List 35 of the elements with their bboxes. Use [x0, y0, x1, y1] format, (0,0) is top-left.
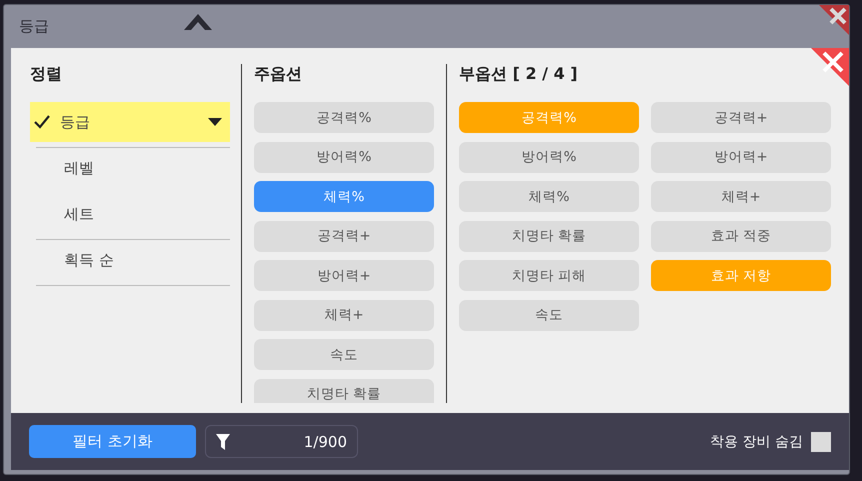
sort-option[interactable]: 세트 [30, 194, 230, 234]
section-title: 정렬 [30, 64, 63, 85]
option-button[interactable]: 공격력% [254, 102, 434, 133]
checkbox-label: 착용 장비 숨김 [710, 432, 803, 450]
option-button[interactable]: 공격력+ [254, 220, 434, 252]
checkbox[interactable] [811, 432, 831, 452]
option-button[interactable]: 체력% [254, 181, 434, 212]
sort-option[interactable]: 등급 [30, 102, 230, 142]
option-button[interactable]: 치명타 피해 [459, 260, 639, 291]
filter-icon [216, 434, 230, 450]
option-button[interactable]: 공격력+ [651, 102, 831, 133]
reset-filter-button[interactable]: 필터 초기화 [29, 425, 196, 458]
option-button[interactable]: 속도 [459, 300, 639, 330]
sort-option[interactable]: 레벨 [30, 148, 230, 188]
option-button[interactable]: 효과 적중 [651, 220, 831, 252]
window-title: 등급 [19, 17, 49, 36]
close-button[interactable] [819, 5, 849, 35]
option-button[interactable]: 방어력% [254, 142, 434, 172]
option-button[interactable]: 체력+ [254, 300, 434, 330]
option-button[interactable]: 속도 [254, 339, 434, 370]
sort-option[interactable]: 획득 순 [30, 240, 230, 280]
section-title: 주옵션 [254, 64, 303, 85]
option-button[interactable]: 방어력+ [254, 260, 434, 291]
option-button[interactable]: 치명타 확률 [254, 378, 434, 403]
option-button[interactable]: 방어력% [459, 142, 639, 172]
check-icon [34, 115, 50, 129]
caret-up-icon[interactable] [184, 14, 212, 30]
dropdown-arrow-icon [208, 118, 222, 126]
option-button[interactable]: 체력% [459, 181, 639, 212]
result-count: 1/900 [302, 432, 347, 450]
option-button[interactable]: 체력+ [651, 181, 831, 212]
section-title: 부옵션 [ 2 / 4 ] [459, 64, 579, 85]
option-button[interactable]: 치명타 확률 [459, 220, 639, 252]
close-button[interactable] [811, 48, 849, 86]
option-button[interactable]: 방어력+ [651, 142, 831, 172]
